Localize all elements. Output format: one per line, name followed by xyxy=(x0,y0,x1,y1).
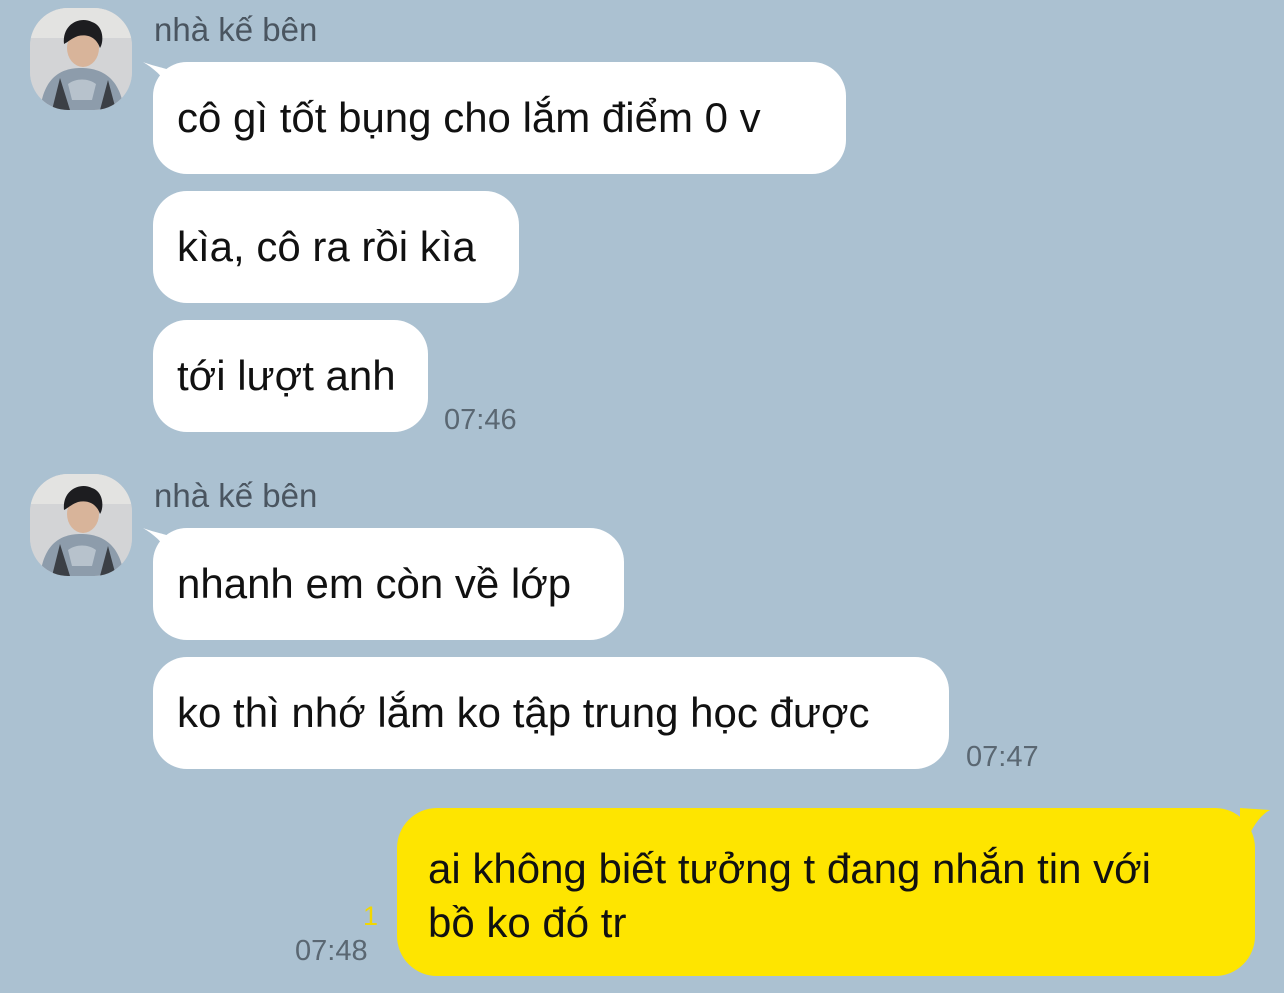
message-bubble[interactable]: ko thì nhớ lắm ko tập trung học được xyxy=(153,657,949,769)
message-text: kìa, cô ra rồi kìa xyxy=(177,223,476,270)
message-bubble[interactable]: tới lượt anh xyxy=(153,320,428,432)
message-text: tới lượt anh xyxy=(177,352,396,399)
message-bubble[interactable]: cô gì tốt bụng cho lắm điểm 0 v xyxy=(153,62,846,174)
profile-photo-icon xyxy=(30,474,132,576)
message-timestamp: 07:47 xyxy=(966,741,1039,773)
message-bubble[interactable]: nhanh em còn về lớp xyxy=(153,528,624,640)
message-text: nhanh em còn về lớp xyxy=(177,560,572,607)
profile-photo-icon xyxy=(30,8,132,110)
message-timestamp: 07:48 xyxy=(295,935,368,967)
sender-avatar[interactable] xyxy=(30,474,132,576)
sender-name: nhà kế bên xyxy=(154,477,318,514)
message-text-line: bồ ko đó tr xyxy=(428,899,627,946)
message-text: ko thì nhớ lắm ko tập trung học được xyxy=(177,689,870,736)
message-bubble[interactable]: kìa, cô ra rồi kìa xyxy=(153,191,519,303)
message-text: cô gì tốt bụng cho lắm điểm 0 v xyxy=(177,94,761,141)
sender-name: nhà kế bên xyxy=(154,11,318,48)
message-timestamp: 07:46 xyxy=(444,404,517,436)
outgoing-bubble[interactable]: ai không biết tưởng t đang nhắn tin với … xyxy=(397,808,1255,976)
sender-avatar[interactable] xyxy=(30,8,132,110)
unread-count: 1 xyxy=(363,901,379,931)
message-text-line: ai không biết tưởng t đang nhắn tin với xyxy=(428,845,1152,892)
